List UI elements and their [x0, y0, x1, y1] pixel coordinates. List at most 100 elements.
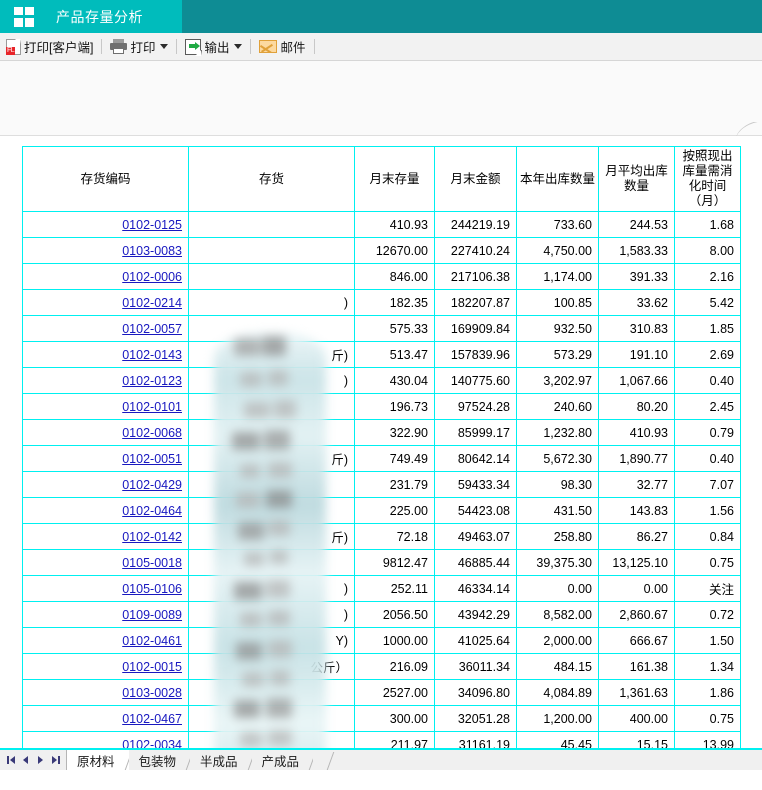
- toolbar: FL 打印[客户端] 打印 输出 邮件: [0, 33, 762, 61]
- cell-end-stock: 1000.00: [354, 627, 435, 654]
- cell-code: 0102-0006: [22, 263, 189, 290]
- cell-months: 8.00: [674, 237, 741, 264]
- sheet-tab-label: 半成品: [200, 754, 238, 769]
- cell-end-amount: 43942.29: [434, 601, 517, 628]
- cell-months: 0.75: [674, 705, 741, 732]
- inventory-code-link[interactable]: 0103-0083: [122, 244, 182, 258]
- cell-avg-out: 1,067.66: [598, 367, 675, 394]
- cell-avg-out: 1,583.33: [598, 237, 675, 264]
- inventory-code-link[interactable]: 0102-0015: [122, 660, 182, 674]
- inventory-table: 存货编码 存货 月末存量 月末金额 本年出库数量 月平均出库数量 按照现出库量需…: [22, 146, 741, 748]
- cell-months: 1.56: [674, 497, 741, 524]
- cell-months: 13.99: [674, 731, 741, 748]
- cell-code: 0103-0028: [22, 679, 189, 706]
- cell-avg-out: 1,890.77: [598, 445, 675, 472]
- table-row: 0102-0461 Y) 1000.00 41025.64 2,000.00 666.67…: [22, 627, 741, 654]
- cell-avg-out: 80.20: [598, 393, 675, 420]
- inventory-code-link[interactable]: 0102-0143: [122, 348, 182, 362]
- cell-avg-out: 15.15: [598, 731, 675, 748]
- cell-inventory-name: 斤): [188, 523, 355, 550]
- export-label: 输出: [204, 41, 230, 55]
- sheet-tab-semi-finished[interactable]: 半成品: [190, 750, 252, 770]
- cell-code: 0102-0464: [22, 497, 189, 524]
- cell-months: 0.40: [674, 367, 741, 394]
- inventory-code-link[interactable]: 0102-0429: [122, 478, 182, 492]
- cell-inventory-name: [188, 315, 355, 342]
- cell-code: 0109-0089: [22, 601, 189, 628]
- last-page-icon[interactable]: [48, 752, 63, 768]
- cell-code: 0105-0106: [22, 575, 189, 602]
- print-client-button[interactable]: FL 打印[客户端]: [2, 36, 97, 58]
- table-row: 0103-0083 12670.00 227410.24 4,750.00 1,583.…: [22, 237, 741, 264]
- cell-avg-out: 310.83: [598, 315, 675, 342]
- col-header-months: 按照现出库量需消化时间（月）: [674, 146, 741, 212]
- prev-page-icon[interactable]: [18, 752, 33, 768]
- mail-label: 邮件: [280, 41, 306, 55]
- table-row: 0102-0214) 182.35 182207.87 100.85 33.62 5.42: [22, 289, 741, 316]
- cell-year-out: 4,750.00: [516, 237, 599, 264]
- inventory-code-link[interactable]: 0102-0461: [122, 634, 182, 648]
- inventory-code-link[interactable]: 0102-0123: [122, 374, 182, 388]
- cell-avg-out: 33.62: [598, 289, 675, 316]
- sheet-tab-raw-material[interactable]: 原材料: [67, 750, 129, 770]
- print-button[interactable]: 打印: [106, 36, 172, 58]
- cell-code: 0102-0467: [22, 705, 189, 732]
- table-row: 0102-0068 322.90 85999.17 1,232.80 410.93 0.7…: [22, 419, 741, 446]
- cell-code: 0102-0143: [22, 341, 189, 368]
- cell-end-stock: 196.73: [354, 393, 435, 420]
- sheet-tab-strip-end: [313, 750, 340, 770]
- inventory-code-link[interactable]: 0105-0106: [122, 582, 182, 596]
- inventory-code-link[interactable]: 0102-0068: [122, 426, 182, 440]
- cell-end-stock: 231.79: [354, 471, 435, 498]
- cell-avg-out: 0.00: [598, 575, 675, 602]
- cell-inventory-name: [188, 705, 355, 732]
- sheet-tab-label: 包装物: [138, 754, 177, 769]
- inventory-code-link[interactable]: 0102-0125: [122, 218, 182, 232]
- inventory-code-link[interactable]: 0102-0057: [122, 322, 182, 336]
- inventory-code-link[interactable]: 0102-0142: [122, 530, 182, 544]
- chevron-down-icon[interactable]: [160, 44, 169, 49]
- toolbar-divider: [101, 39, 103, 54]
- cell-inventory-name: ): [188, 575, 355, 602]
- cell-code: 0103-0083: [22, 237, 189, 264]
- table-row: 0102-0143 斤) 513.47 157839.96 573.29 191.10 2.…: [22, 341, 741, 368]
- cell-months: 2.16: [674, 263, 741, 290]
- sheet-tab-strip: 原材料 包装物 半成品 产成品: [0, 748, 762, 770]
- inventory-code-link[interactable]: 0102-0214: [122, 296, 182, 310]
- cell-avg-out: 191.10: [598, 341, 675, 368]
- cell-end-amount: 59433.34: [434, 471, 517, 498]
- export-button[interactable]: 输出: [181, 36, 246, 58]
- next-page-icon[interactable]: [33, 752, 48, 768]
- mail-button[interactable]: 邮件: [255, 36, 309, 58]
- inventory-code-link[interactable]: 0102-0034: [122, 738, 182, 749]
- sheet-tab-packaging[interactable]: 包装物: [128, 750, 191, 770]
- inventory-code-link[interactable]: 0109-0089: [122, 608, 182, 622]
- cell-year-out: 932.50: [516, 315, 599, 342]
- cell-end-amount: 36011.34: [434, 653, 517, 680]
- cell-year-out: 8,582.00: [516, 601, 599, 628]
- export-icon: [185, 38, 203, 56]
- pdf-file-icon: FL: [6, 38, 21, 55]
- cell-inventory-name: [188, 679, 355, 706]
- printer-icon: [110, 39, 128, 54]
- cell-end-amount: 54423.08: [434, 497, 517, 524]
- inventory-code-link[interactable]: 0102-0051: [122, 452, 182, 466]
- inventory-code-link[interactable]: 0102-0101: [122, 400, 182, 414]
- inventory-code-link[interactable]: 0102-0467: [122, 712, 182, 726]
- cell-end-amount: 217106.38: [434, 263, 517, 290]
- cell-year-out: 1,232.80: [516, 419, 599, 446]
- inventory-code-link[interactable]: 0102-0006: [122, 270, 182, 284]
- first-page-icon[interactable]: [3, 752, 18, 768]
- toolbar-divider: [313, 39, 315, 54]
- sheet-nav-buttons: [0, 750, 67, 770]
- cell-inventory-name: 斤): [188, 341, 355, 368]
- inventory-code-link[interactable]: 0105-0018: [122, 556, 182, 570]
- inventory-code-link[interactable]: 0102-0464: [122, 504, 182, 518]
- cell-inventory-name: [188, 211, 355, 238]
- sheet-tab-finished[interactable]: 产成品: [251, 750, 314, 770]
- grid-icon[interactable]: [14, 6, 34, 27]
- filter-panel: 公司 存货: 年: 2017年 月: 3月 查询: [0, 61, 762, 196]
- print-label: 打印: [130, 41, 156, 55]
- inventory-code-link[interactable]: 0103-0028: [122, 686, 182, 700]
- chevron-down-icon[interactable]: [234, 44, 243, 49]
